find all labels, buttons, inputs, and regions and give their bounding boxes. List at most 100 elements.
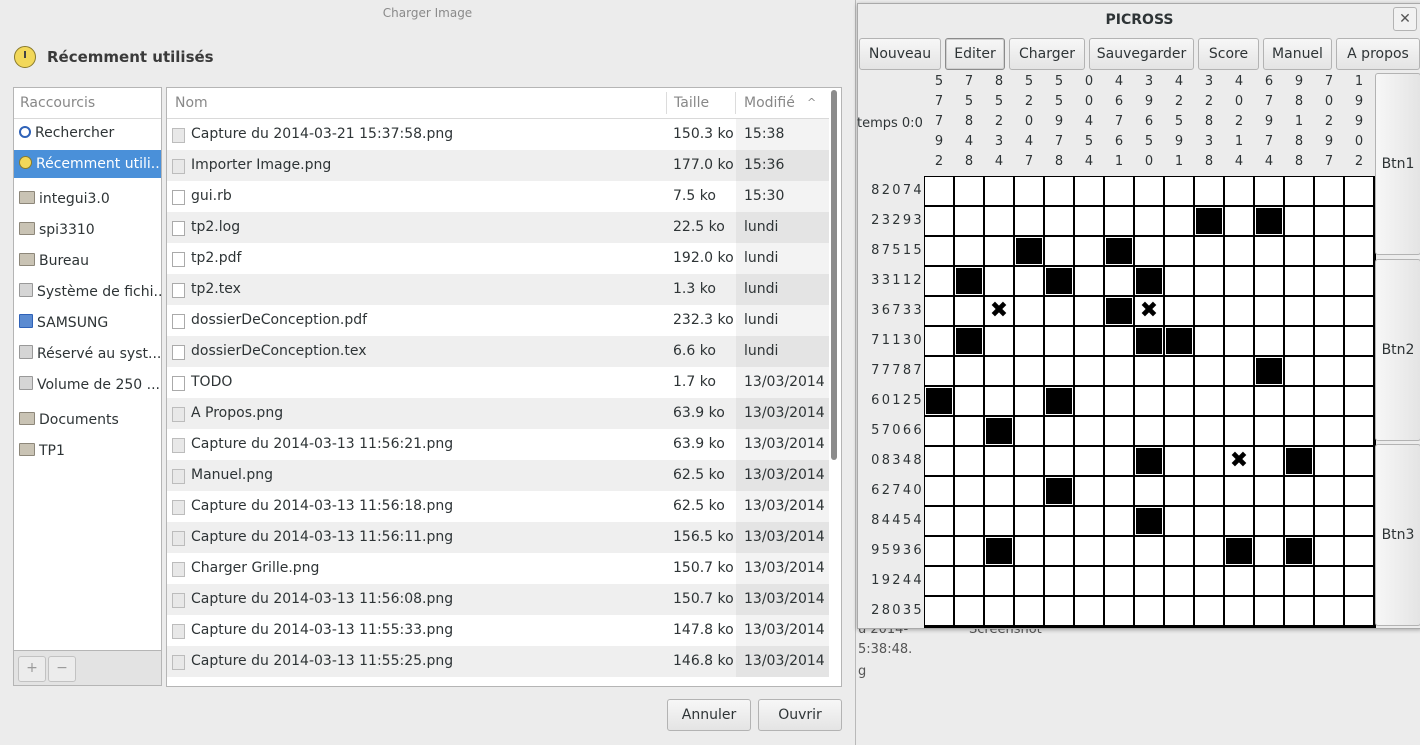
grid-cell[interactable] <box>1225 267 1253 295</box>
grid-cell[interactable] <box>1105 417 1133 445</box>
grid-cell[interactable] <box>1315 327 1343 355</box>
grid-cell[interactable] <box>1195 327 1223 355</box>
grid-cell[interactable] <box>1255 597 1283 625</box>
grid-cell[interactable] <box>1315 387 1343 415</box>
grid-cell[interactable] <box>1225 327 1253 355</box>
grid-cell[interactable] <box>1285 327 1313 355</box>
grid-cell[interactable] <box>925 177 953 205</box>
grid-cell-filled[interactable] <box>1285 447 1313 475</box>
sidebar-item[interactable]: TP1 <box>14 437 161 465</box>
side-button-btn1[interactable]: Btn1 <box>1375 73 1420 255</box>
grid-cell[interactable] <box>1315 357 1343 385</box>
grid-cell[interactable] <box>1135 357 1163 385</box>
grid-cell[interactable] <box>955 537 983 565</box>
file-row[interactable]: Capture du 2014-03-21 15:37:58.png 150.3 … <box>167 119 829 150</box>
grid-cell[interactable] <box>1195 297 1223 325</box>
grid-cell[interactable] <box>1105 327 1133 355</box>
toolbar-button-a-propos[interactable]: A propos <box>1336 38 1420 70</box>
grid-cell[interactable] <box>955 297 983 325</box>
grid-cell[interactable] <box>1105 207 1133 235</box>
grid-cell[interactable] <box>955 357 983 385</box>
file-row[interactable]: Capture du 2014-03-13 11:55:25.png 146.8 … <box>167 646 829 677</box>
grid-cell[interactable] <box>1195 537 1223 565</box>
grid-cell[interactable] <box>1075 207 1103 235</box>
grid-cell[interactable] <box>925 537 953 565</box>
grid-cell[interactable] <box>1045 237 1073 265</box>
sidebar-item[interactable]: Rechercher <box>14 119 161 147</box>
scrollbar-thumb[interactable] <box>831 90 837 460</box>
file-row[interactable]: tp2.log 22.5 ko lundi <box>167 212 829 243</box>
grid-cell[interactable] <box>1105 387 1133 415</box>
grid-cell[interactable] <box>985 447 1013 475</box>
grid-cell[interactable] <box>1345 327 1373 355</box>
toolbar-button-editer[interactable]: Editer <box>945 38 1005 70</box>
grid-cell[interactable] <box>1195 387 1223 415</box>
grid-cell[interactable] <box>1015 477 1043 505</box>
grid-cell[interactable] <box>1255 267 1283 295</box>
grid-cell[interactable] <box>1015 507 1043 535</box>
grid-cell-crossed[interactable]: ✖ <box>1135 297 1163 325</box>
grid-cell[interactable] <box>1345 387 1373 415</box>
grid-cell[interactable] <box>985 327 1013 355</box>
grid-cell[interactable] <box>1075 327 1103 355</box>
grid-cell[interactable] <box>1195 237 1223 265</box>
grid-cell[interactable] <box>1315 447 1343 475</box>
remove-bookmark-button[interactable]: − <box>48 656 76 682</box>
grid-cell[interactable] <box>1045 567 1073 595</box>
grid-cell[interactable] <box>1045 597 1073 625</box>
grid-cell[interactable] <box>1255 177 1283 205</box>
grid-cell[interactable] <box>1315 477 1343 505</box>
grid-cell[interactable] <box>1135 537 1163 565</box>
grid-cell[interactable] <box>1195 477 1223 505</box>
grid-cell[interactable] <box>1135 597 1163 625</box>
grid-cell[interactable] <box>955 507 983 535</box>
grid-cell[interactable] <box>1105 537 1133 565</box>
cancel-button[interactable]: Annuler <box>667 699 751 731</box>
grid-cell-filled[interactable] <box>955 267 983 295</box>
grid-cell-filled[interactable] <box>1135 327 1163 355</box>
grid-cell[interactable] <box>925 297 953 325</box>
grid-cell[interactable] <box>1045 207 1073 235</box>
grid-cell[interactable] <box>1225 237 1253 265</box>
grid-cell[interactable] <box>1045 417 1073 445</box>
grid-cell-filled[interactable] <box>955 327 983 355</box>
grid-cell-filled[interactable] <box>1285 537 1313 565</box>
file-row[interactable]: TODO 1.7 ko 13/03/2014 <box>167 367 829 398</box>
grid-cell[interactable] <box>1345 417 1373 445</box>
grid-cell[interactable] <box>1315 507 1343 535</box>
grid-cell[interactable] <box>1015 267 1043 295</box>
grid-cell[interactable] <box>1165 297 1193 325</box>
grid-cell[interactable] <box>1015 597 1043 625</box>
grid-cell[interactable] <box>1225 177 1253 205</box>
grid-cell-filled[interactable] <box>1165 327 1193 355</box>
toolbar-button-sauvegarder[interactable]: Sauvegarder <box>1089 38 1194 70</box>
sidebar-item[interactable]: Bureau <box>14 247 161 275</box>
grid-cell[interactable] <box>955 417 983 445</box>
grid-cell[interactable] <box>1045 507 1073 535</box>
file-row[interactable]: Manuel.png 62.5 ko 13/03/2014 <box>167 460 829 491</box>
toolbar-button-nouveau[interactable]: Nouveau <box>859 38 941 70</box>
close-button[interactable]: ✕ <box>1393 7 1417 31</box>
grid-cell[interactable] <box>1075 237 1103 265</box>
sidebar-item[interactable]: Documents <box>14 406 161 434</box>
grid-cell[interactable] <box>1255 237 1283 265</box>
grid-cell[interactable] <box>1135 207 1163 235</box>
grid-cell-filled[interactable] <box>1255 207 1283 235</box>
grid-cell[interactable] <box>1285 267 1313 295</box>
grid-cell[interactable] <box>1315 267 1343 295</box>
grid-cell[interactable] <box>1285 597 1313 625</box>
grid-cell[interactable] <box>1345 477 1373 505</box>
grid-cell[interactable] <box>985 387 1013 415</box>
grid-cell[interactable] <box>1165 447 1193 475</box>
grid-cell[interactable] <box>1285 507 1313 535</box>
grid-cell[interactable] <box>1225 507 1253 535</box>
sidebar-item[interactable]: Réservé au syst... <box>14 340 161 368</box>
grid-cell-crossed[interactable]: ✖ <box>985 297 1013 325</box>
grid-cell[interactable] <box>985 477 1013 505</box>
side-button-btn3[interactable]: Btn3 <box>1375 444 1420 626</box>
grid-cell[interactable] <box>1255 327 1283 355</box>
grid-cell[interactable] <box>1075 537 1103 565</box>
file-row[interactable]: gui.rb 7.5 ko 15:30 <box>167 181 829 212</box>
grid-cell-filled[interactable] <box>1045 387 1073 415</box>
file-row[interactable]: dossierDeConception.pdf 232.3 ko lundi <box>167 305 829 336</box>
